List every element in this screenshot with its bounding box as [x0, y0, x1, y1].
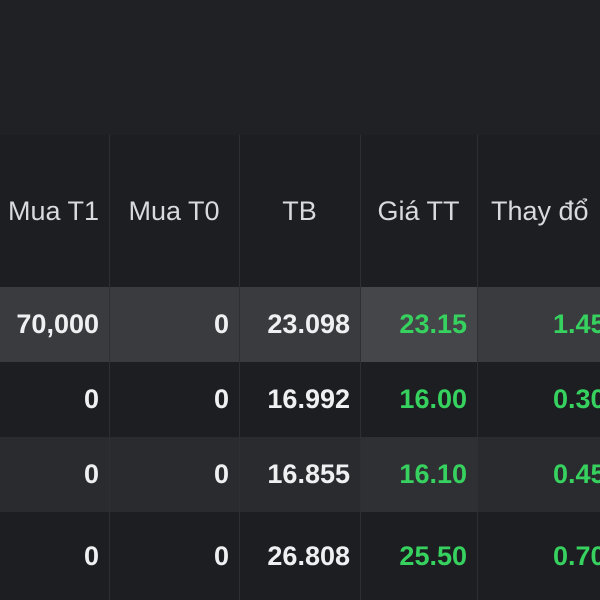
cell-mua-t0: 0: [213, 459, 229, 489]
cell-mua-t1: 0: [83, 459, 99, 489]
column-divider: [477, 437, 478, 512]
column-divider: [239, 135, 240, 287]
table-row[interactable]: 70,000 0 23.098 23.15 1.45: [0, 287, 600, 362]
table-row[interactable]: 0 0 16.855 16.10 0.45: [0, 437, 600, 512]
table-row[interactable]: 0 0 26.808 25.50 0.70: [0, 512, 600, 600]
column-divider: [109, 287, 110, 362]
cell-gia-tt: 25.50: [399, 540, 467, 571]
table-row[interactable]: 0 0 16.992 16.00 0.30: [0, 362, 600, 437]
cell-mua-t0: 0: [213, 540, 229, 571]
cell-mua-t0: 0: [213, 309, 229, 339]
top-blank-area: [0, 0, 600, 135]
column-divider: [109, 437, 110, 512]
cell-thay-doi: 1.45: [553, 309, 600, 339]
column-divider: [360, 135, 361, 287]
column-divider: [360, 287, 361, 362]
column-header-tb[interactable]: TB: [239, 135, 360, 287]
column-divider: [477, 135, 478, 287]
column-header-mua-t1[interactable]: Mua T1: [0, 135, 109, 287]
cell-mua-t1: 70,000: [16, 309, 99, 339]
column-header-thay-doi[interactable]: Thay đổ: [477, 135, 600, 287]
column-divider: [360, 512, 361, 600]
cell-gia-tt: 16.10: [360, 437, 477, 512]
cell-tb: 16.992: [267, 384, 350, 414]
column-divider: [239, 437, 240, 512]
column-divider: [477, 512, 478, 600]
cell-thay-doi: 0.45: [553, 459, 600, 489]
cell-thay-doi: 0.30: [553, 384, 600, 414]
holdings-table: Mua T1 Mua T0 TB Giá TT Thay đổ 70,000 0…: [0, 135, 600, 600]
column-header-mua-t0[interactable]: Mua T0: [109, 135, 239, 287]
column-divider: [360, 437, 361, 512]
table-header: Mua T1 Mua T0 TB Giá TT Thay đổ: [0, 135, 600, 287]
cell-mua-t1: 0: [83, 540, 99, 571]
column-header-gia-tt[interactable]: Giá TT: [360, 135, 477, 287]
column-divider: [239, 287, 240, 362]
cell-mua-t1: 0: [83, 384, 99, 414]
cell-tb: 16.855: [267, 459, 350, 489]
cell-tb: 26.808: [267, 540, 350, 571]
column-divider: [109, 362, 110, 437]
cell-tb: 23.098: [267, 309, 350, 339]
portfolio-page: Mua T1 Mua T0 TB Giá TT Thay đổ 70,000 0…: [0, 0, 600, 600]
column-divider: [239, 512, 240, 600]
cell-thay-doi: 0.70: [553, 540, 600, 571]
column-divider: [109, 512, 110, 600]
cell-mua-t0: 0: [213, 384, 229, 414]
column-divider: [239, 362, 240, 437]
column-divider: [477, 287, 478, 362]
column-divider: [109, 135, 110, 287]
cell-gia-tt: 16.00: [399, 384, 467, 414]
column-divider: [360, 362, 361, 437]
cell-gia-tt: 23.15: [360, 287, 477, 362]
column-divider: [477, 362, 478, 437]
